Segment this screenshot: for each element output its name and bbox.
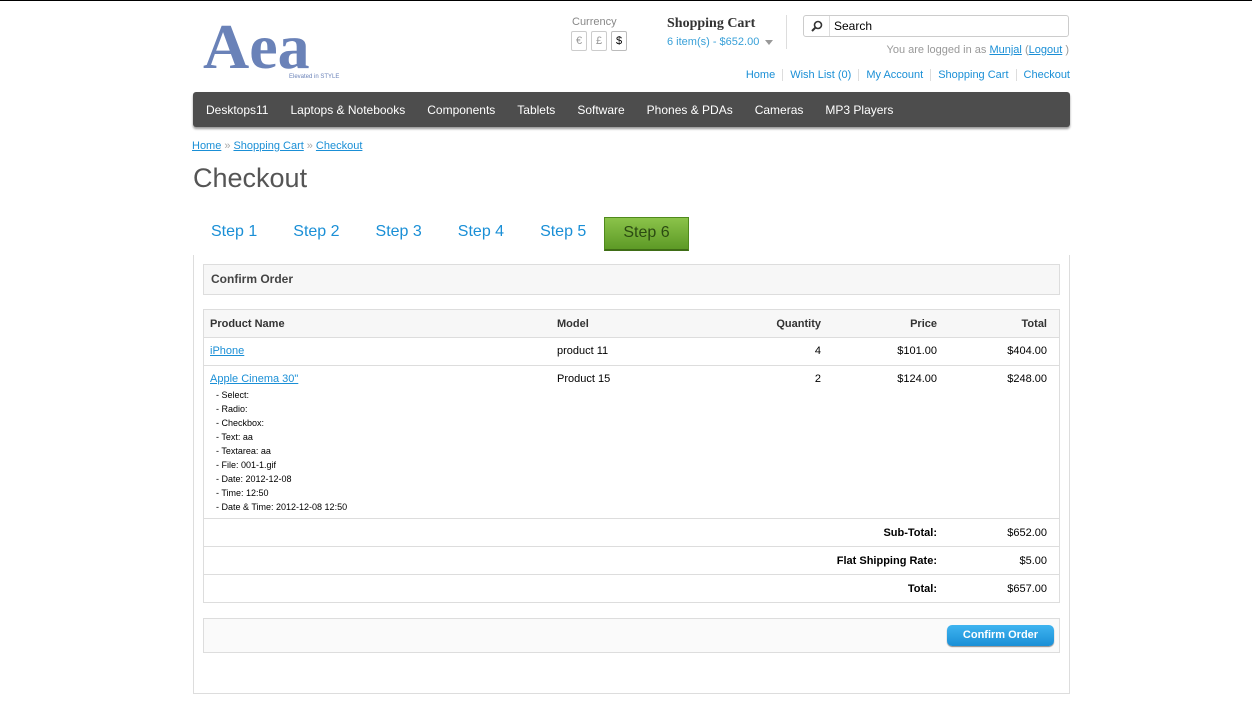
- product-total: $404.00: [1007, 345, 1047, 357]
- breadcrumb-home[interactable]: Home: [192, 140, 221, 152]
- product-model: product 11: [557, 345, 609, 357]
- logo-text: Aea: [203, 11, 310, 82]
- menu-item-desktops[interactable]: Desktops11: [193, 103, 279, 117]
- cart-summary[interactable]: 6 item(s) - $652.00: [667, 36, 759, 48]
- menu-item-laptops[interactable]: Laptops & Notebooks: [279, 103, 416, 117]
- currency-switcher: Currency € £ $: [571, 16, 627, 51]
- step-2-tab[interactable]: Step 2: [275, 217, 357, 251]
- menu-item-components[interactable]: Components: [416, 103, 506, 117]
- cart-title: Shopping Cart: [667, 16, 756, 31]
- product-total: $248.00: [1007, 373, 1047, 385]
- currency-pound-button[interactable]: £: [591, 31, 607, 51]
- option-line: - Select:: [216, 390, 250, 400]
- menu-item-mp3[interactable]: MP3 Players: [814, 103, 904, 117]
- option-line: - Date & Time: 2012-12-08 12:50: [216, 502, 348, 512]
- header-quantity: Quantity: [776, 317, 821, 330]
- product-link[interactable]: Apple Cinema 30": [210, 373, 298, 385]
- main-menu: Desktops11 Laptops & Notebooks Component…: [193, 92, 1070, 127]
- currency-euro-button[interactable]: €: [571, 31, 587, 51]
- menu-item-phones[interactable]: Phones & PDAs: [636, 103, 744, 117]
- subtotal-row: Sub-Total: $652.00: [204, 518, 1059, 546]
- checkout-steps: Step 1 Step 2 Step 3 Step 4 Step 5 Step …: [193, 217, 689, 251]
- breadcrumb-checkout[interactable]: Checkout: [316, 140, 362, 152]
- header-product-name: Product Name: [210, 317, 285, 330]
- breadcrumb: Home» Shopping Cart» Checkout: [192, 140, 362, 152]
- total-value: $657.00: [1007, 582, 1047, 595]
- option-line: - Text: aa: [216, 432, 253, 442]
- breadcrumb-separator: »: [224, 140, 231, 152]
- toplink-cart[interactable]: Shopping Cart: [930, 69, 1015, 81]
- toplink-wishlist[interactable]: Wish List (0): [782, 69, 858, 81]
- product-quantity: 4: [814, 345, 821, 357]
- menu-item-cameras[interactable]: Cameras: [744, 103, 815, 117]
- search-icon[interactable]: [804, 16, 830, 36]
- logo-graphic: Aea Elevated in STYLE: [203, 11, 339, 82]
- step-1-tab[interactable]: Step 1: [193, 217, 275, 251]
- toplink-checkout[interactable]: Checkout: [1015, 69, 1070, 81]
- toplink-home[interactable]: Home: [739, 69, 782, 81]
- paren-close: ): [1065, 44, 1069, 56]
- table-row: Apple Cinema 30" - Select: - Radio: - Ch…: [204, 365, 1059, 518]
- step-3-tab[interactable]: Step 3: [358, 217, 440, 251]
- search-input[interactable]: [834, 18, 1059, 34]
- option-line: - Checkbox:: [216, 418, 265, 428]
- shipping-label: Flat Shipping Rate:: [836, 554, 937, 567]
- step-4-tab[interactable]: Step 4: [440, 217, 522, 251]
- currency-label: Currency: [572, 16, 617, 28]
- logo-tagline: Elevated in STYLE: [289, 74, 339, 80]
- page-title: Checkout: [193, 163, 308, 193]
- menu-item-software[interactable]: Software: [566, 103, 635, 117]
- login-status: You are logged in as Munjal (Logout ): [887, 44, 1070, 56]
- table-row: iPhone product 11 4 $101.00 $404.00: [204, 337, 1059, 365]
- total-row: Total: $657.00: [204, 574, 1059, 602]
- account-user-link[interactable]: Munjal: [989, 44, 1021, 56]
- step-5-tab[interactable]: Step 5: [522, 217, 604, 251]
- menu-item-tablets[interactable]: Tablets: [506, 103, 566, 117]
- breadcrumb-separator: »: [306, 140, 313, 152]
- product-price: $101.00: [897, 345, 937, 357]
- confirm-order-button[interactable]: Confirm Order: [947, 625, 1054, 646]
- search-box: [803, 15, 1069, 37]
- mini-cart[interactable]: Shopping Cart 6 item(s) - $652.00: [667, 16, 774, 48]
- product-quantity: 2: [814, 373, 821, 385]
- order-table: Product Name Model Quantity Price Total …: [203, 309, 1060, 603]
- step-6-tab[interactable]: Step 6: [604, 217, 689, 251]
- table-header: Product Name Model Quantity Price Total: [204, 310, 1059, 337]
- header-price: Price: [910, 317, 937, 330]
- product-link[interactable]: iPhone: [210, 345, 244, 357]
- option-line: - Radio:: [216, 404, 248, 414]
- total-label: Total:: [907, 582, 937, 595]
- product-options: - Select: - Radio: - Checkbox: - Text: a…: [210, 388, 553, 514]
- option-line: - Textarea: aa: [216, 446, 271, 456]
- chevron-down-icon[interactable]: [765, 39, 774, 45]
- currency-dollar-button[interactable]: $: [611, 31, 627, 51]
- logout-link[interactable]: Logout: [1029, 44, 1063, 56]
- shipping-row: Flat Shipping Rate: $5.00: [204, 546, 1059, 574]
- button-bar: Confirm Order: [203, 618, 1060, 653]
- subtotal-value: $652.00: [1007, 526, 1047, 539]
- product-model: Product 15: [557, 373, 611, 385]
- shipping-value: $5.00: [1019, 554, 1047, 567]
- breadcrumb-cart[interactable]: Shopping Cart: [233, 140, 303, 152]
- store-logo[interactable]: Aea Elevated in STYLE: [203, 10, 373, 82]
- top-links: Home Wish List (0) My Account Shopping C…: [739, 69, 1070, 81]
- option-line: - Time: 12:50: [216, 488, 269, 498]
- product-price: $124.00: [897, 373, 937, 385]
- divider: [786, 15, 787, 49]
- confirm-order-heading: Confirm Order: [203, 264, 1060, 295]
- login-status-text: You are logged in as: [886, 44, 987, 56]
- toplink-account[interactable]: My Account: [858, 69, 930, 81]
- header-model: Model: [557, 317, 589, 330]
- header-total: Total: [1021, 317, 1047, 330]
- subtotal-label: Sub-Total:: [883, 526, 937, 539]
- option-line: - Date: 2012-12-08: [216, 474, 292, 484]
- option-line: - File: 001-1.gif: [216, 460, 277, 470]
